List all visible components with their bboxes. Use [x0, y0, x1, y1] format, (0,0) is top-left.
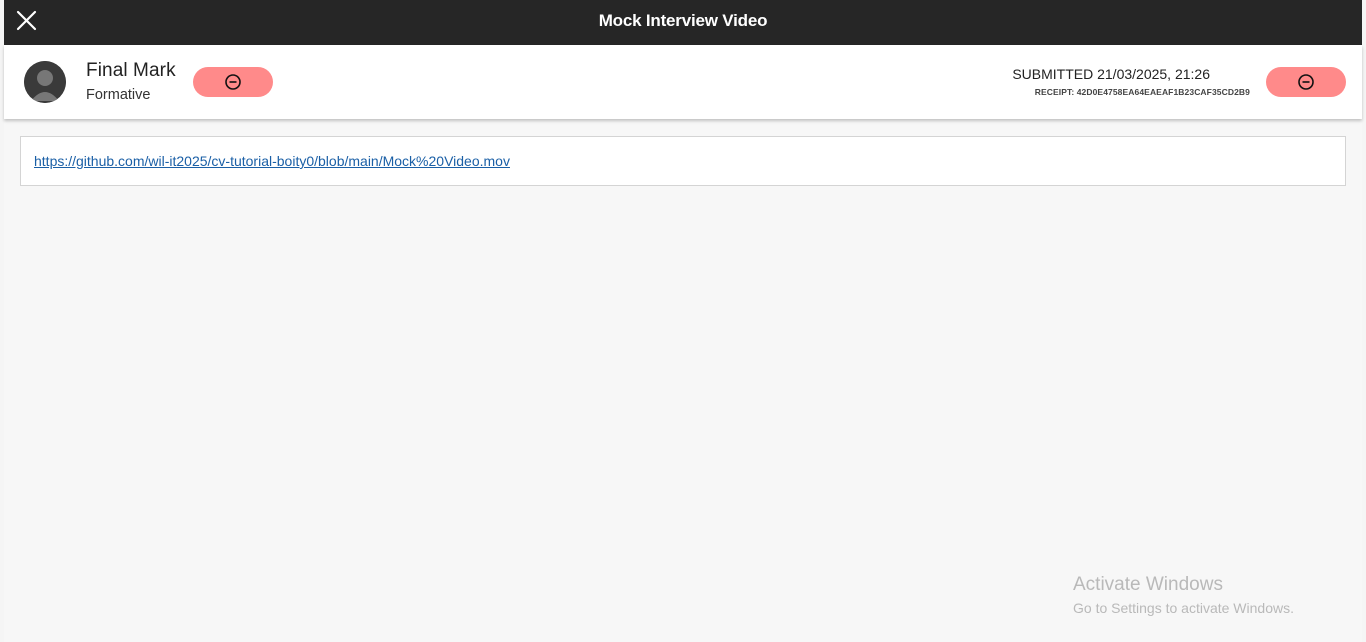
submission-link[interactable]: https://github.com/wil-it2025/cv-tutoria… [34, 153, 510, 169]
user-avatar-icon [24, 61, 66, 103]
window-title: Mock Interview Video [598, 11, 768, 30]
minus-circle-icon [1298, 74, 1314, 90]
assessment-type: Formative [86, 87, 151, 103]
activate-windows-title: Activate Windows [1073, 574, 1223, 595]
submission-timestamp: SUBMITTED 21/03/2025, 21:26 [1012, 66, 1210, 82]
submission-status-button[interactable] [1266, 67, 1346, 97]
final-mark-label: Final Mark [86, 60, 176, 81]
title-bar: Mock Interview Video [4, 0, 1362, 45]
assignment-viewer: Mock Interview Video Final Mark Formativ… [4, 0, 1362, 642]
minus-circle-icon [225, 74, 241, 90]
activate-windows-subtitle: Go to Settings to activate Windows. [1073, 600, 1294, 616]
submission-header: Final Mark Formative SUBMITTED 21/03/202… [4, 45, 1362, 119]
submission-content: https://github.com/wil-it2025/cv-tutoria… [20, 136, 1346, 186]
receipt-id: RECEIPT: 42D0E4758EA64EAEAF1B23CAF35CD2B… [1034, 87, 1250, 97]
grade-status-button[interactable] [193, 67, 273, 97]
